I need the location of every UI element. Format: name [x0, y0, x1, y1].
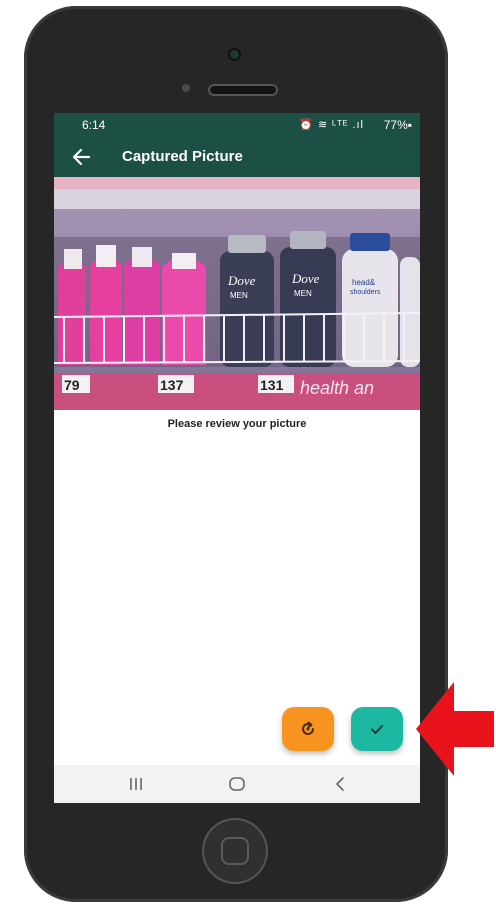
store-banner-text: health an	[300, 378, 374, 398]
proximity-sensor	[182, 84, 190, 92]
system-nav-bar	[54, 765, 420, 803]
check-icon	[371, 725, 383, 734]
hs-label-1: head&	[352, 278, 376, 287]
captured-photo: Dove MEN Dove MEN head& shoulders 79 137…	[54, 177, 420, 410]
retake-button[interactable]	[282, 707, 334, 751]
confirm-button[interactable]	[351, 707, 403, 751]
dove-label-1: Dove	[227, 273, 256, 288]
battery-indicator: 77%▪	[383, 118, 412, 132]
hs-label-2: shoulders	[350, 289, 381, 296]
home-icon[interactable]	[227, 774, 247, 794]
home-button-square-icon	[221, 837, 249, 865]
price-tag-1: 79	[64, 377, 80, 393]
app-bar: Captured Picture	[54, 137, 420, 177]
back-chevron-icon[interactable]	[330, 774, 350, 794]
status-icons: ⏰ ≋ ᴸᵀᴱ .ıl	[299, 119, 364, 131]
recent-apps-icon[interactable]	[126, 774, 146, 794]
arrow-left-icon[interactable]	[70, 146, 92, 168]
status-time: 6:14	[82, 118, 106, 132]
earpiece-speaker	[208, 84, 278, 96]
men-label-1: MEN	[230, 291, 248, 300]
price-tag-2: 137	[160, 377, 184, 393]
dove-label-2: Dove	[291, 271, 320, 286]
page-title: Captured Picture	[122, 148, 243, 165]
annotation-arrow	[416, 682, 494, 776]
men-label-2: MEN	[294, 289, 312, 298]
phone-screen: 6:14 ⏰ ≋ ᴸᵀᴱ .ıl 77%▪ Captured Picture D…	[54, 113, 420, 803]
price-tag-3: 131	[260, 377, 284, 393]
retake-rotate-icon	[302, 721, 314, 735]
hardware-home-button[interactable]	[202, 818, 268, 884]
phone-frame: 6:14 ⏰ ≋ ᴸᵀᴱ .ıl 77%▪ Captured Picture D…	[24, 6, 448, 902]
status-bar: 6:14 ⏰ ≋ ᴸᵀᴱ .ıl 77%▪	[54, 113, 420, 137]
front-camera	[230, 50, 239, 59]
review-caption: Please review your picture	[167, 418, 307, 430]
